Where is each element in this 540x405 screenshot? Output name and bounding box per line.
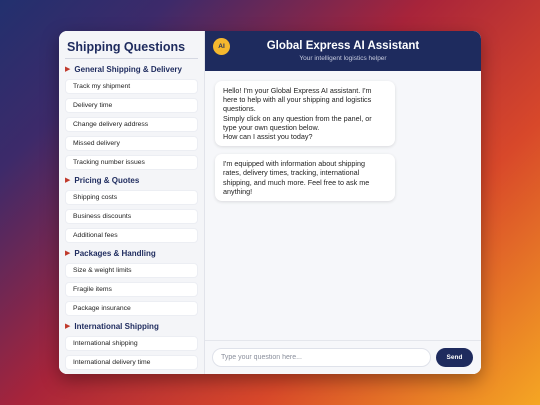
- sidebar-title: Shipping Questions: [65, 38, 198, 59]
- message-line: here to help with all your shipping and …: [223, 95, 372, 105]
- section-title: General Shipping & Delivery: [74, 65, 182, 74]
- message-line: type your own question below.: [223, 122, 320, 132]
- assistant-title: Global Express AI Assistant: [266, 40, 420, 52]
- chat-window: Shipping Questions ▶ General Shipping & …: [59, 31, 481, 374]
- section-triangle-icon: ▶: [65, 323, 71, 330]
- section-title: Packages & Handling: [74, 249, 156, 258]
- message-line: Simply click on any question from the pa…: [223, 113, 372, 123]
- question-international-delivery-time[interactable]: International delivery time: [65, 355, 198, 370]
- message-line: rates, delivery times, tracking, interna…: [223, 168, 360, 178]
- questions-sidebar: Shipping Questions ▶ General Shipping & …: [59, 31, 205, 374]
- chat-header: AI Global Express AI Assistant Your inte…: [205, 31, 481, 71]
- section-triangle-icon: ▶: [65, 177, 71, 184]
- section-packages[interactable]: ▶ Packages & Handling: [65, 247, 198, 260]
- section-pricing[interactable]: ▶ Pricing & Quotes: [65, 174, 198, 187]
- input-bar: Send: [205, 340, 481, 374]
- message-line: I'm equipped with information about ship…: [223, 159, 366, 169]
- section-title: International Shipping: [74, 322, 159, 331]
- assistant-avatar: AI: [213, 38, 230, 55]
- message-line: anything!: [223, 186, 253, 196]
- message-list: Hello! I'm your Global Express AI assist…: [205, 71, 481, 340]
- assistant-subtitle: Your intelligent logistics helper: [299, 55, 387, 62]
- section-triangle-icon: ▶: [65, 250, 71, 257]
- question-missed-delivery[interactable]: Missed delivery: [65, 136, 198, 151]
- section-triangle-icon: ▶: [65, 66, 71, 73]
- send-button[interactable]: Send: [436, 348, 473, 367]
- message-line: How can I assist you today?: [223, 132, 313, 142]
- question-package-insurance[interactable]: Package insurance: [65, 301, 198, 316]
- question-track-shipment[interactable]: Track my shipment: [65, 79, 198, 94]
- section-general[interactable]: ▶ General Shipping & Delivery: [65, 63, 198, 76]
- assistant-message: I'm equipped with information about ship…: [215, 154, 395, 202]
- message-line: questions.: [223, 104, 256, 114]
- question-international-shipping[interactable]: International shipping: [65, 336, 198, 351]
- message-line: Hello! I'm your Global Express AI assist…: [223, 86, 372, 95]
- question-fragile-items[interactable]: Fragile items: [65, 282, 198, 297]
- question-shipping-costs[interactable]: Shipping costs: [65, 190, 198, 205]
- chat-panel: AI Global Express AI Assistant Your inte…: [205, 31, 481, 374]
- assistant-message: Hello! I'm your Global Express AI assist…: [215, 81, 395, 147]
- question-additional-fees[interactable]: Additional fees: [65, 228, 198, 243]
- section-title: Pricing & Quotes: [74, 176, 140, 185]
- question-business-discounts[interactable]: Business discounts: [65, 209, 198, 224]
- message-line: shipping, and much more. Feel free to as…: [223, 177, 370, 187]
- question-change-address[interactable]: Change delivery address: [65, 117, 198, 132]
- question-size-weight[interactable]: Size & weight limits: [65, 263, 198, 278]
- question-tracking-issues[interactable]: Tracking number issues: [65, 155, 198, 170]
- question-input[interactable]: [212, 348, 431, 367]
- section-international[interactable]: ▶ International Shipping: [65, 320, 198, 333]
- question-delivery-time[interactable]: Delivery time: [65, 98, 198, 113]
